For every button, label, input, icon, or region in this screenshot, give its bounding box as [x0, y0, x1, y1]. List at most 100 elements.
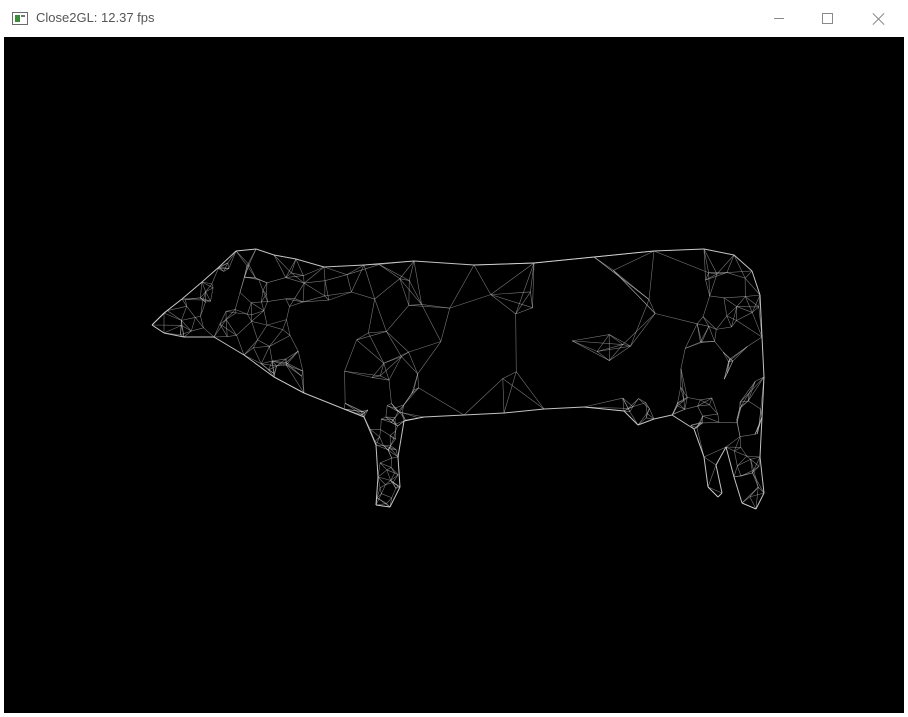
maximize-icon	[821, 13, 833, 24]
wire-edge	[294, 282, 305, 299]
wire-edge	[399, 278, 410, 306]
wire-edge	[273, 254, 286, 278]
wire-edge	[324, 274, 348, 281]
wire-edge	[709, 404, 718, 415]
wire-edge	[751, 270, 761, 296]
wire-edge	[683, 400, 686, 410]
wire-edge	[408, 304, 450, 309]
wire-edge	[583, 397, 623, 408]
wire-edge	[703, 456, 717, 466]
wire-edge	[344, 371, 346, 404]
wire-edge	[255, 277, 268, 284]
wire-edge	[736, 312, 753, 321]
wire-edge	[251, 321, 268, 326]
wire-edge	[374, 298, 387, 332]
wire-edge	[289, 335, 299, 352]
wire-edge	[386, 305, 410, 332]
wire-edge	[417, 373, 419, 388]
wire-edge	[225, 319, 228, 337]
wire-edge	[390, 474, 399, 481]
wire-edge	[463, 378, 503, 416]
wire-edge	[761, 336, 765, 378]
wire-edge	[739, 436, 742, 448]
title-bar[interactable]: Close2GL: 12.37 fps	[0, 0, 908, 37]
wire-edge	[210, 287, 214, 302]
wire-edge	[163, 325, 182, 334]
wire-edge	[473, 264, 492, 295]
wire-edge	[638, 398, 650, 409]
wire-edge	[696, 427, 705, 458]
wire-edge	[697, 323, 709, 327]
wire-edge	[302, 283, 305, 302]
wire-edge	[753, 469, 759, 488]
wire-edge	[736, 320, 763, 338]
wire-edge	[627, 408, 631, 412]
wire-edge	[733, 465, 738, 478]
wire-edge	[397, 420, 405, 458]
wire-edge	[285, 298, 290, 307]
wire-edge	[343, 403, 346, 410]
wire-edge	[260, 346, 270, 364]
wire-edge	[386, 331, 409, 353]
wire-edge	[255, 248, 275, 256]
wire-edge	[700, 341, 715, 343]
wire-edge	[205, 283, 213, 292]
wire-edge	[285, 275, 304, 278]
wire-edge	[363, 416, 371, 430]
wire-edge	[368, 298, 375, 333]
wire-edge	[363, 416, 377, 446]
wire-edge	[346, 274, 352, 293]
wire-edge	[677, 405, 685, 410]
wire-edge	[257, 339, 270, 347]
wire-edge	[739, 381, 756, 403]
wire-edge	[648, 250, 655, 300]
wire-edge	[253, 347, 262, 364]
wire-edge	[716, 315, 728, 330]
wire-edge	[243, 347, 254, 356]
wire-edge	[190, 317, 196, 332]
render-viewport[interactable]	[4, 37, 904, 713]
wire-edge	[257, 324, 268, 340]
wire-edge	[218, 250, 237, 268]
minimize-icon	[774, 18, 784, 19]
wire-edge	[243, 354, 275, 378]
wire-edge	[716, 326, 732, 330]
maximize-button[interactable]	[804, 0, 850, 37]
wire-edge	[696, 323, 703, 343]
wire-edge	[213, 336, 245, 356]
wire-edge	[225, 319, 237, 336]
wire-edge	[227, 262, 230, 269]
wire-edge	[711, 397, 719, 415]
close-button[interactable]	[856, 0, 902, 37]
wire-edge	[235, 248, 257, 252]
wire-edge	[303, 282, 325, 297]
wire-edge	[380, 419, 382, 430]
wire-edge	[737, 455, 747, 467]
wire-edge	[736, 296, 746, 307]
wire-edge	[503, 371, 517, 414]
wire-edge	[653, 414, 673, 420]
wire-edge	[392, 474, 399, 483]
minimize-button[interactable]	[756, 0, 802, 37]
wire-edge	[750, 456, 761, 460]
wire-edge	[733, 476, 743, 504]
wire-edge	[759, 294, 763, 338]
wire-edge	[613, 250, 655, 271]
wire-edge	[696, 415, 703, 428]
app-icon[interactable]	[12, 12, 28, 25]
wire-edge	[440, 308, 451, 342]
wire-edge	[613, 270, 656, 314]
wire-edge	[375, 503, 387, 506]
wire-edge	[151, 310, 168, 326]
wire-edge	[297, 351, 304, 372]
wire-edge	[736, 405, 742, 420]
wire-edge	[716, 254, 735, 275]
wire-edge	[235, 250, 248, 266]
wire-edge	[377, 462, 381, 478]
wire-edge	[375, 444, 379, 478]
wire-edge	[707, 486, 723, 494]
wire-edge	[323, 266, 348, 275]
wire-edge	[530, 291, 533, 308]
wire-edge	[697, 405, 703, 417]
wire-edge	[747, 381, 756, 402]
